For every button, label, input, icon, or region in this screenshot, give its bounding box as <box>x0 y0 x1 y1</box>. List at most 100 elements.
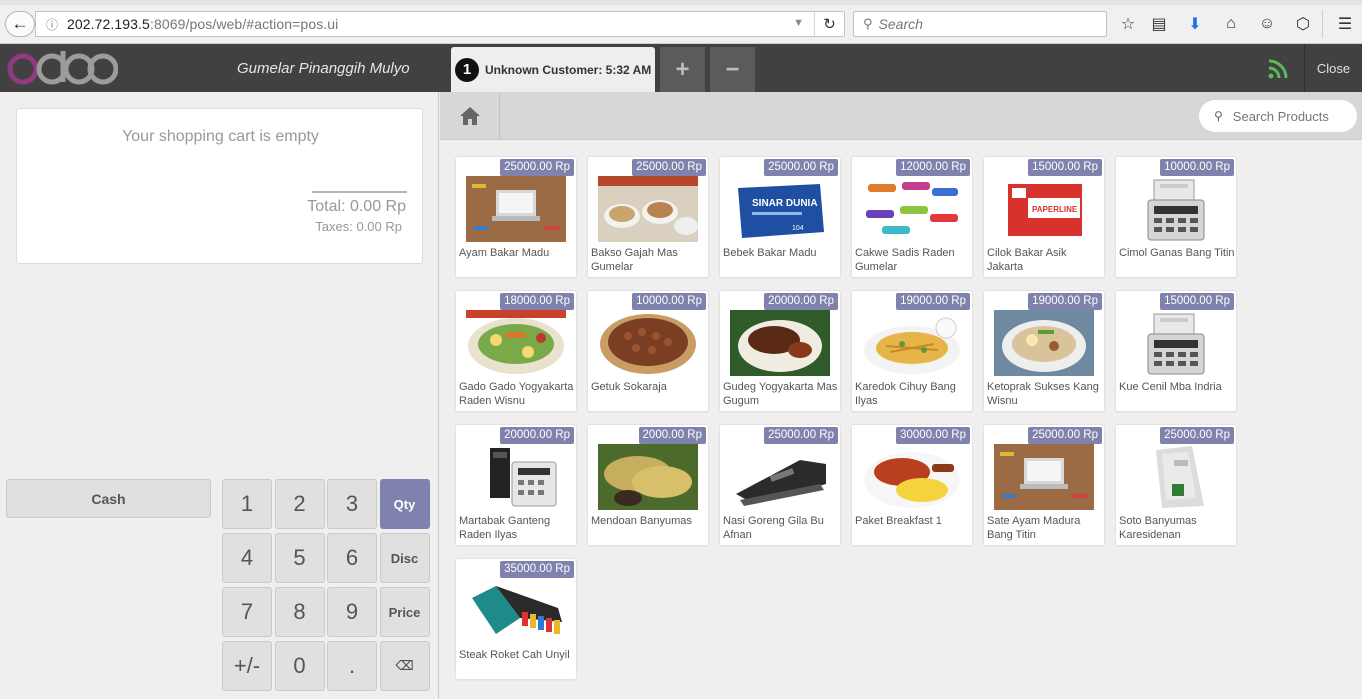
key-6[interactable]: 6 <box>327 533 377 583</box>
star-icon[interactable]: ☆ <box>1117 13 1139 35</box>
key-plus-minus[interactable]: +/- <box>222 641 272 691</box>
product-card[interactable]: 19000.00 Rp Karedok Cihuy Bang Ilyas <box>851 290 973 412</box>
key-decimal[interactable]: . <box>327 641 377 691</box>
product-price-tag: 25000.00 Rp <box>632 159 706 176</box>
product-card[interactable]: 10000.00 Rp Getuk Sokaraja <box>587 290 709 412</box>
total-divider <box>312 191 407 193</box>
product-image <box>1126 444 1226 510</box>
key-8[interactable]: 8 <box>274 587 325 637</box>
product-card[interactable]: 15000.00 Rp Kue Cenil Mba Indria <box>1115 290 1237 412</box>
info-icon[interactable]: ⓘ <box>41 16 63 33</box>
product-name: Gado Gado Yogyakarta Raden Wisnu <box>459 381 574 407</box>
pos-header: Gumelar Pinanggih Mulyo 1 Unknown Custom… <box>0 44 1362 92</box>
home-icon[interactable]: ⌂ <box>1220 13 1242 35</box>
product-card[interactable]: 10000.00 Rp Cimol Ganas Bang Titin <box>1115 156 1237 278</box>
svg-text:SINAR DUNIA: SINAR DUNIA <box>752 198 818 209</box>
toolbar-divider <box>1322 10 1323 38</box>
product-card[interactable]: 25000.00 Rp Ayam Bakar Madu <box>455 156 577 278</box>
shop-name: Gumelar Pinanggih Mulyo <box>237 60 410 77</box>
product-price-tag: 25000.00 Rp <box>1160 427 1234 444</box>
mode-price-button[interactable]: Price <box>379 587 430 637</box>
product-name: Soto Banyumas Karesidenan <box>1119 515 1197 541</box>
dropdown-arrow-icon[interactable]: ▼ <box>793 17 804 29</box>
product-name: Getuk Sokaraja <box>591 381 667 393</box>
pocket-icon[interactable]: ⬡ <box>1292 13 1314 35</box>
product-card[interactable]: 19000.00 Rp Ketoprak Sukses Kang Wisnu <box>983 290 1105 412</box>
download-icon[interactable]: ⬇ <box>1184 13 1206 35</box>
product-pane: ⚲ 25000.00 Rp Ayam Bakar Madu 25000.00 Rp B… <box>440 92 1362 699</box>
product-image <box>1126 176 1226 242</box>
product-name: Kue Cenil Mba Indria <box>1119 381 1222 393</box>
product-name: Ketoprak Sukses Kang Wisnu <box>987 381 1099 407</box>
address-bar[interactable]: ⓘ 202.72.193.5:8069/pos/web/#action=pos.… <box>35 11 845 37</box>
close-button[interactable]: Close <box>1304 44 1362 92</box>
product-card[interactable]: 18000.00 Rp Gado Gado Yogyakarta Raden Wi… <box>455 290 577 412</box>
new-order-button[interactable]: + <box>660 47 705 92</box>
product-price-tag: 25000.00 Rp <box>1028 427 1102 444</box>
key-9[interactable]: 9 <box>327 587 377 637</box>
product-image <box>1126 310 1226 376</box>
product-search-input[interactable] <box>1232 108 1348 124</box>
product-card[interactable]: SINAR DUNIA 104 25000.00 Rp Bebek Bakar Mad… <box>719 156 841 278</box>
product-name: Martabak Ganteng Raden Ilyas <box>459 515 551 541</box>
home-category-button[interactable] <box>440 92 500 140</box>
product-image: SINAR DUNIA 104 <box>730 176 830 242</box>
key-3[interactable]: 3 <box>327 479 377 529</box>
order-summary: Your shopping cart is empty Total: 0.00 … <box>16 108 423 264</box>
product-card[interactable]: 12000.00 Rp Cakwe Sadis Raden Gumelar <box>851 156 973 278</box>
url-text[interactable]: 202.72.193.5:8069/pos/web/#action=pos.ui <box>67 16 338 32</box>
numpad: 1 2 3 Qty 4 5 6 Disc 7 8 9 Price +/- 0. ⌫ <box>222 479 432 693</box>
key-7[interactable]: 7 <box>222 587 272 637</box>
product-card[interactable]: 25000.00 Rp Sate Ayam Madura Bang Titin <box>983 424 1105 546</box>
product-image <box>862 444 962 510</box>
delete-order-button[interactable]: − <box>710 47 755 92</box>
odoo-logo-icon <box>7 51 118 85</box>
cash-payment-button[interactable]: Cash <box>6 479 211 518</box>
product-card[interactable]: 25000.00 Rp Nasi Goreng Gila Bu Afnan <box>719 424 841 546</box>
browser-search-input[interactable]: ⚲ Search <box>853 11 1107 37</box>
product-card[interactable]: 20000.00 Rp Martabak Ganteng Raden Ilyas <box>455 424 577 546</box>
product-card[interactable]: 2000.00 Rp Mendoan Banyumas <box>587 424 709 546</box>
product-image <box>730 310 830 376</box>
connection-status-icon[interactable] <box>1267 58 1289 80</box>
back-arrow-icon[interactable]: ← <box>5 11 35 37</box>
key-5[interactable]: 5 <box>274 533 325 583</box>
key-2[interactable]: 2 <box>274 479 325 529</box>
key-4[interactable]: 4 <box>222 533 272 583</box>
product-card[interactable]: 20000.00 Rp Gudeg Yogyakarta Mas Gugum <box>719 290 841 412</box>
product-card[interactable]: 30000.00 Rp Paket Breakfast 1 <box>851 424 973 546</box>
product-price-tag: 25000.00 Rp <box>500 159 574 176</box>
product-name: Nasi Goreng Gila Bu Afnan <box>723 515 824 541</box>
product-price-tag: 19000.00 Rp <box>1028 293 1102 310</box>
product-price-tag: 35000.00 Rp <box>500 561 574 578</box>
reload-icon[interactable]: ↻ <box>814 12 844 36</box>
mode-qty-button[interactable]: Qty <box>379 479 430 529</box>
product-price-tag: 15000.00 Rp <box>1160 293 1234 310</box>
smiley-icon[interactable]: ☺ <box>1256 13 1278 35</box>
key-1[interactable]: 1 <box>222 479 272 529</box>
product-search[interactable]: ⚲ <box>1199 100 1357 132</box>
key-0[interactable]: 0 <box>274 641 325 691</box>
order-tab[interactable]: 1 Unknown Customer: 5:32 AM <box>451 47 655 92</box>
product-card[interactable]: PAPERLINE 15000.00 Rp Cilok Bakar Asik Jak… <box>983 156 1105 278</box>
product-image <box>994 444 1094 510</box>
product-name: Sate Ayam Madura Bang Titin <box>987 515 1081 541</box>
product-price-tag: 2000.00 Rp <box>638 427 706 444</box>
product-card[interactable]: 35000.00 Rp Steak Roket Cah Unyil <box>455 558 577 680</box>
product-image <box>730 444 830 510</box>
product-image <box>994 310 1094 376</box>
url-host: 202.72.193.5 <box>67 16 150 32</box>
backspace-button[interactable]: ⌫ <box>379 641 430 691</box>
svg-text:PAPERLINE: PAPERLINE <box>1032 205 1078 214</box>
product-name: Mendoan Banyumas <box>591 515 692 527</box>
menu-icon[interactable]: ☰ <box>1334 13 1356 35</box>
reading-list-icon[interactable]: ▤ <box>1148 13 1170 35</box>
browser-search-placeholder: Search <box>878 16 923 32</box>
product-name: Ayam Bakar Madu <box>459 247 550 259</box>
product-card[interactable]: 25000.00 Rp Soto Banyumas Karesidenan <box>1115 424 1237 546</box>
mode-disc-button[interactable]: Disc <box>379 533 430 583</box>
product-name: Steak Roket Cah Unyil <box>459 649 570 661</box>
product-image <box>598 444 698 510</box>
product-price-tag: 10000.00 Rp <box>1160 159 1234 176</box>
product-card[interactable]: 25000.00 Rp Bakso Gajah Mas Gumelar <box>587 156 709 278</box>
